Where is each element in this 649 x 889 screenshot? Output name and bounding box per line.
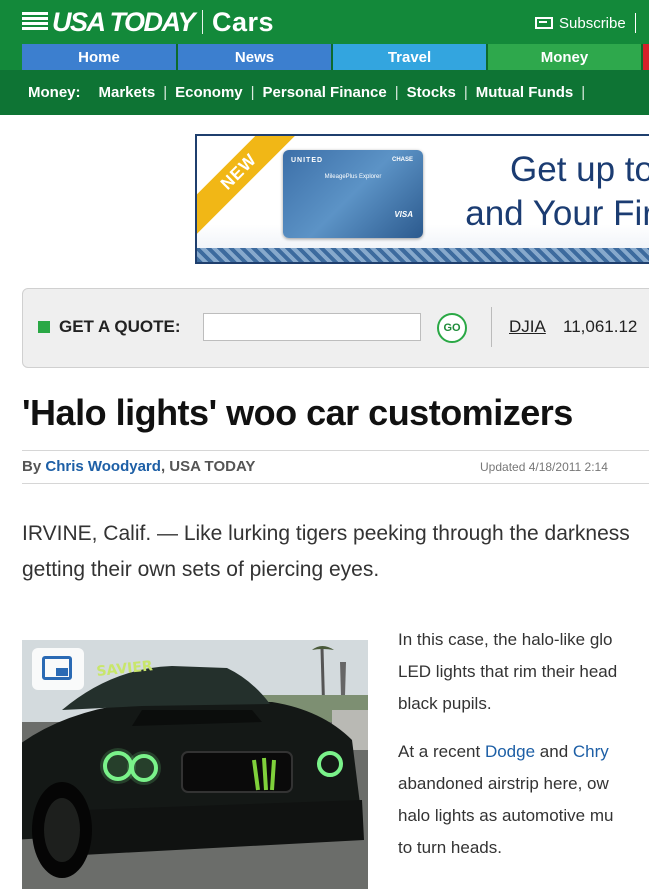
body-line: LED lights that rim their head <box>398 662 618 681</box>
newspaper-icon <box>535 17 553 29</box>
subscribe-divider <box>634 13 636 33</box>
lead-line: IRVINE, Calif. — Like lurking tigers pee… <box>22 522 630 545</box>
nav-tab-money[interactable]: Money <box>488 44 643 70</box>
usa-today-logo[interactable]: USA TODAY Cars <box>22 6 274 38</box>
updated-timestamp: Updated 4/18/2011 2:14 <box>480 460 608 474</box>
credit-card-ad[interactable]: NEW UNITED CHASE MileagePlus Explorer VI… <box>195 134 649 264</box>
quote-bar: GET A QUOTE: GO DJIA 11,061.12 <box>22 288 649 368</box>
subnav-item-markets[interactable]: Markets <box>91 84 164 101</box>
dodge-link[interactable]: Dodge <box>485 742 535 761</box>
quote-symbol-input[interactable] <box>203 313 421 341</box>
nav-tab-home[interactable]: Home <box>22 44 178 70</box>
card-brand: UNITED <box>291 157 324 164</box>
body-line: abandoned airstrip here, ow <box>398 774 609 793</box>
ad-headline-line1: Get up to <box>510 150 649 189</box>
body-line: black pupils. <box>398 694 492 713</box>
subnav-item-personal-finance[interactable]: Personal Finance <box>255 84 395 101</box>
article-photo[interactable]: SAVIER <box>22 640 368 889</box>
subnav-label: Money: <box>28 84 81 101</box>
subnav-separator: | <box>463 84 468 101</box>
byline-bar: By Chris Woodyard, USA TODAY Updated 4/1… <box>22 450 649 484</box>
logo-text: USA TODAY <box>52 6 196 37</box>
subnav-separator: | <box>394 84 399 101</box>
globe-icon <box>22 10 48 34</box>
body-text: and <box>539 742 569 761</box>
ad-pattern-stripe <box>197 248 649 262</box>
djia-link[interactable]: DJIA <box>509 317 546 337</box>
subnav-item-stocks[interactable]: Stocks <box>399 84 464 101</box>
nav-tab-travel[interactable]: Travel <box>333 44 488 70</box>
subnav-separator: | <box>163 84 168 101</box>
nav-tab-label: News <box>234 48 275 66</box>
nav-tab-label: Home <box>78 48 120 66</box>
byline-comma: , <box>160 458 166 475</box>
nav-tab-news[interactable]: News <box>178 44 333 70</box>
money-subnav: Money: Markets | Economy | Personal Fina… <box>0 70 649 115</box>
author-link[interactable]: Chris Woodyard <box>45 458 161 475</box>
body-paragraph: In this case, the halo-like glo LED ligh… <box>398 624 649 720</box>
article-headline: 'Halo lights' woo car customizers <box>22 392 573 433</box>
nav-tab-sports[interactable] <box>643 44 649 70</box>
article-lead: IRVINE, Calif. — Like lurking tigers pee… <box>22 516 649 588</box>
masthead: USA TODAY Cars Subscribe <box>0 0 649 42</box>
publication-name: USA TODAY <box>169 458 256 475</box>
section-title[interactable]: Cars <box>212 7 274 38</box>
body-line: halo lights as automotive mu <box>398 806 614 825</box>
article-body: In this case, the halo-like glo LED ligh… <box>398 624 649 880</box>
expand-photo-icon[interactable] <box>32 648 84 690</box>
card-issuer: CHASE <box>391 157 413 163</box>
lead-line: getting their own sets of piercing eyes. <box>22 558 380 581</box>
nav-tab-label: Travel <box>387 48 432 66</box>
quote-label: GET A QUOTE: <box>59 317 181 336</box>
body-line: In this case, the halo-like glo <box>398 630 613 649</box>
card-product: MileagePlus Explorer <box>324 174 382 180</box>
subscribe-label: Subscribe <box>559 14 626 32</box>
quote-divider <box>491 307 492 347</box>
credit-card-image: UNITED CHASE MileagePlus Explorer VISA <box>283 150 423 238</box>
byline: By Chris Woodyard, USA TODAY <box>22 458 255 475</box>
subnav-item-mutual-funds[interactable]: Mutual Funds <box>468 84 582 101</box>
ad-headline: Get up to and Your Fir <box>459 148 649 236</box>
logo-divider <box>202 10 204 34</box>
main-nav: Home News Travel Money <box>0 42 649 70</box>
body-paragraph: At a recent Dodge and Chry abandoned air… <box>398 736 649 864</box>
subnav-separator: | <box>250 84 255 101</box>
go-button[interactable]: GO <box>437 313 467 343</box>
body-line: to turn heads. <box>398 838 502 857</box>
subscribe-link[interactable]: Subscribe <box>535 13 636 33</box>
djia-value: 11,061.12 <box>563 317 638 336</box>
card-network: VISA <box>394 210 413 219</box>
chrysler-link[interactable]: Chry <box>573 742 609 761</box>
body-text: At a recent <box>398 742 481 761</box>
ad-headline-line2: and Your Fir <box>465 194 649 233</box>
nav-tab-label: Money <box>540 48 589 66</box>
subnav-item-economy[interactable]: Economy <box>167 84 251 101</box>
subnav-separator: | <box>581 84 586 101</box>
square-bullet-icon <box>38 321 50 333</box>
byline-prefix: By <box>22 458 42 475</box>
